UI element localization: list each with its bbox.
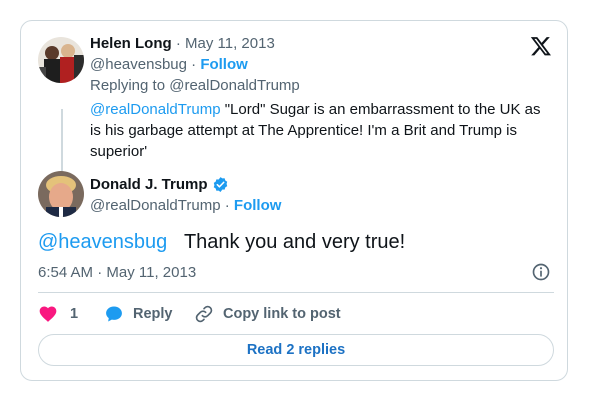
- main-text: Thank you and very true!: [183, 231, 406, 253]
- read-replies-label: Read 2 replies: [246, 342, 346, 358]
- replying-to: Replying to @realDonaldTrump: [90, 77, 300, 94]
- main-header: Donald J. Trump: [90, 176, 229, 193]
- embedded-post-card: Helen Long · May 11, 2013 @heavensbug · …: [20, 20, 568, 381]
- reply-label: Reply: [133, 306, 173, 322]
- helen-long-avatar[interactable]: [38, 37, 84, 83]
- link-icon: [194, 304, 214, 324]
- quoted-handle[interactable]: @heavensbug: [90, 56, 187, 73]
- divider: [38, 292, 554, 293]
- verified-badge-icon: [212, 176, 229, 193]
- reply-button[interactable]: Reply: [104, 303, 173, 325]
- main-handle[interactable]: @realDonaldTrump: [90, 197, 221, 214]
- heart-icon: [38, 304, 58, 324]
- main-handle-row: @realDonaldTrump · Follow: [90, 197, 281, 214]
- quoted-handle-dot: ·: [191, 56, 197, 73]
- replying-handle[interactable]: @realDonaldTrump: [169, 77, 300, 94]
- quoted-body: @realDonaldTrump "Lord" Sugar is an emba…: [90, 99, 550, 162]
- info-icon[interactable]: [531, 262, 551, 282]
- timestamp-dot: ·: [97, 264, 103, 281]
- quoted-mention-link[interactable]: @realDonaldTrump: [90, 101, 221, 118]
- replying-prefix: Replying to: [90, 77, 170, 94]
- main-body: @heavensbug Thank you and very true!: [38, 231, 405, 254]
- post-time: 6:54 AM: [38, 264, 94, 281]
- main-mention-link[interactable]: @heavensbug: [38, 231, 167, 253]
- like-button[interactable]: 1: [38, 303, 78, 325]
- quoted-header: Helen Long · May 11, 2013: [90, 35, 275, 52]
- quoted-handle-row: @heavensbug · Follow: [90, 56, 248, 73]
- quoted-dot: ·: [175, 35, 181, 52]
- quoted-follow-button[interactable]: Follow: [200, 56, 248, 73]
- donald-trump-avatar[interactable]: [38, 171, 84, 217]
- post-timestamp[interactable]: 6:54 AM · May 11, 2013: [38, 264, 196, 281]
- reply-bubble-icon: [104, 304, 124, 324]
- post-date: May 11, 2013: [106, 264, 197, 281]
- main-dot: ·: [224, 197, 230, 214]
- x-logo-icon[interactable]: [530, 35, 552, 57]
- main-follow-button[interactable]: Follow: [234, 197, 282, 214]
- copy-link-label: Copy link to post: [223, 306, 341, 322]
- read-replies-button[interactable]: Read 2 replies: [38, 334, 554, 366]
- copy-link-button[interactable]: Copy link to post: [194, 303, 341, 325]
- quoted-author-name[interactable]: Helen Long: [90, 35, 172, 52]
- like-count: 1: [70, 306, 79, 322]
- main-author-name[interactable]: Donald J. Trump: [90, 176, 208, 193]
- quoted-date[interactable]: May 11, 2013: [185, 35, 275, 52]
